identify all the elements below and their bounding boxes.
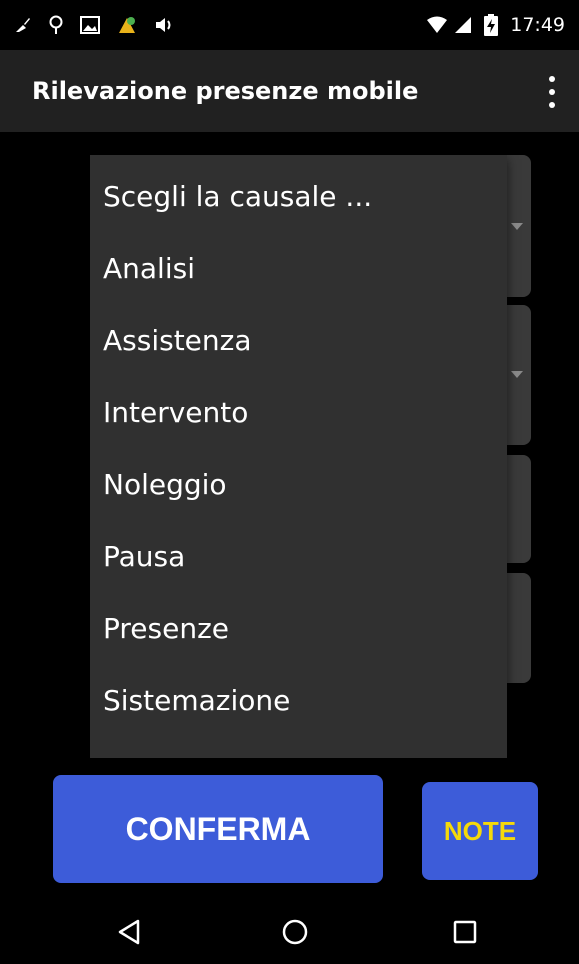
- back-icon[interactable]: [112, 915, 146, 949]
- app-screen: 17:49 Rilevazione presenze mobile Scegli…: [0, 0, 579, 964]
- signal-icon: [454, 16, 472, 34]
- dropdown-item[interactable]: Scegli la causale ...: [90, 160, 507, 232]
- dropdown-list: Scegli la causale ... Analisi Assistenza…: [90, 160, 507, 759]
- status-notification-icons: [14, 12, 174, 38]
- more-vert-icon[interactable]: [547, 76, 557, 108]
- dropdown-item[interactable]: Analisi: [90, 232, 507, 304]
- chevron-down-icon: [511, 371, 523, 378]
- app-title: Rilevazione presenze mobile: [32, 77, 419, 105]
- dropdown-item[interactable]: Presenze: [90, 592, 507, 664]
- dropdown-item[interactable]: Intervento: [90, 376, 507, 448]
- app-icon: [116, 14, 138, 36]
- dropdown-item[interactable]: Sistemazione: [90, 664, 507, 736]
- recents-icon[interactable]: [448, 915, 482, 949]
- note-button[interactable]: NOTE: [422, 782, 538, 880]
- status-time: 17:49: [510, 14, 565, 36]
- battery-charging-icon: [484, 14, 499, 36]
- wifi-icon: [426, 16, 448, 34]
- image-icon: [80, 16, 100, 34]
- causale-dropdown: Scegli la causale ... Analisi Assistenza…: [90, 155, 507, 758]
- location-pin-icon: [48, 15, 64, 35]
- dropdown-item[interactable]: Assistenza: [90, 304, 507, 376]
- volume-icon: [154, 15, 174, 35]
- dropdown-item[interactable]: Pausa: [90, 520, 507, 592]
- dropdown-item[interactable]: Noleggio: [90, 448, 507, 520]
- chevron-down-icon: [511, 223, 523, 230]
- home-icon[interactable]: [278, 915, 312, 949]
- status-bar: 17:49: [0, 0, 579, 50]
- navigation-bar: [0, 897, 579, 964]
- broom-icon: [14, 16, 32, 34]
- status-system-icons: 17:49: [426, 12, 565, 38]
- dropdown-item[interactable]: Spostamento: [90, 736, 507, 759]
- app-bar: Rilevazione presenze mobile: [0, 50, 579, 132]
- confirm-button[interactable]: CONFERMA: [53, 775, 383, 883]
